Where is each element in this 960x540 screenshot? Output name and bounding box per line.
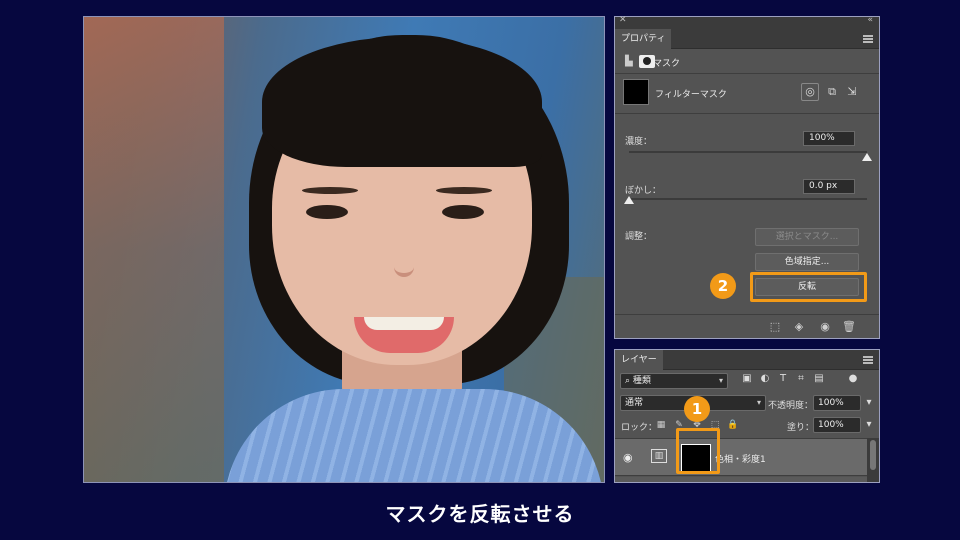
fill-value: 100% bbox=[818, 420, 844, 430]
vector-mask-icon[interactable]: ⧉ bbox=[823, 83, 841, 101]
opacity-value: 100% bbox=[818, 398, 844, 408]
callout-highlight-mask-thumbnail bbox=[676, 428, 720, 474]
type-filter-icon[interactable]: T bbox=[777, 373, 789, 385]
lock-transparent-icon[interactable]: ▦ bbox=[655, 419, 667, 431]
tab-properties[interactable]: プロパティ bbox=[615, 29, 672, 49]
layer-name[interactable]: 色相・彩度1 bbox=[715, 452, 766, 465]
layers-panel: レイヤー ⌕ 種類 ▾ ▣ ◐ T ⌗ ▤ ● 通常 ▾ 不透明度： 100% … bbox=[614, 349, 880, 483]
layer-row[interactable] bbox=[615, 477, 867, 482]
feather-input[interactable]: 0.0 px bbox=[803, 179, 855, 194]
callout-highlight-invert bbox=[750, 272, 867, 302]
apply-mask-icon[interactable]: ⇲ bbox=[843, 83, 861, 101]
load-selection-icon[interactable]: ◎ bbox=[801, 83, 819, 101]
fill-label: 塗り： bbox=[787, 423, 815, 433]
select-and-mask-button[interactable]: 選択とマスク... bbox=[755, 228, 859, 246]
adjustment-layer-icon: ▥ bbox=[651, 449, 667, 463]
panel-menu-icon[interactable] bbox=[863, 35, 873, 43]
caption: マスクを反転させる bbox=[385, 502, 575, 526]
blend-mode-value: 通常 bbox=[625, 398, 644, 408]
filter-toggle-icon[interactable]: ● bbox=[847, 373, 859, 385]
feather-slider[interactable] bbox=[624, 196, 867, 204]
tab-layers[interactable]: レイヤー bbox=[615, 350, 663, 370]
delete-icon[interactable]: 🗑 bbox=[842, 320, 856, 334]
chevron-down-icon: ▾ bbox=[718, 376, 723, 385]
adjust-label: 調整： bbox=[625, 232, 653, 242]
density-label: 濃度： bbox=[625, 137, 653, 147]
callout-badge-2: 2 bbox=[710, 273, 736, 299]
pixel-mask-icon[interactable]: ▙ bbox=[625, 56, 635, 67]
close-icon[interactable]: ✕ bbox=[619, 15, 627, 25]
callout-badge-1: 1 bbox=[684, 396, 710, 422]
color-range-button[interactable]: 色域指定... bbox=[755, 253, 859, 271]
mask-header: ▙ マスク bbox=[623, 53, 871, 73]
filter-kind-value: 種類 bbox=[632, 376, 651, 386]
mask-title: マスク bbox=[653, 59, 681, 69]
apply-mask-footer-icon[interactable]: ◈ bbox=[792, 320, 806, 334]
panel-menu-icon[interactable] bbox=[863, 356, 873, 364]
opacity-input[interactable]: 100% bbox=[813, 395, 861, 411]
feather-label: ぼかし： bbox=[625, 186, 662, 196]
chevron-down-icon: ▾ bbox=[756, 398, 761, 407]
opacity-chevron-icon[interactable]: ▾ bbox=[863, 397, 875, 409]
layer-filter-select[interactable]: ⌕ 種類 ▾ bbox=[620, 373, 728, 389]
feather-slider-handle[interactable] bbox=[624, 196, 634, 204]
search-icon: ⌕ bbox=[625, 376, 633, 386]
shape-filter-icon[interactable]: ⌗ bbox=[795, 373, 807, 385]
lock-label: ロック： bbox=[621, 423, 658, 433]
mask-thumbnail bbox=[623, 79, 649, 105]
collapse-icon[interactable]: « bbox=[867, 15, 873, 25]
layers-scrollbar[interactable] bbox=[867, 438, 879, 482]
fill-chevron-icon[interactable]: ▾ bbox=[863, 419, 875, 431]
layer-row[interactable]: ◉ ▥ 色相・彩度1 bbox=[615, 438, 867, 476]
fill-input[interactable]: 100% bbox=[813, 417, 861, 433]
opacity-label: 不透明度： bbox=[768, 401, 814, 411]
filter-mask-label: フィルターマスク bbox=[655, 90, 727, 100]
eye-icon[interactable]: ◉ bbox=[818, 320, 832, 334]
adjustment-filter-icon[interactable]: ◐ bbox=[759, 373, 771, 385]
load-selection-footer-icon[interactable]: ⬚ bbox=[768, 320, 782, 334]
eye-icon[interactable]: ◉ bbox=[623, 451, 633, 464]
portrait-photo bbox=[83, 16, 605, 483]
image-filter-icon[interactable]: ▣ bbox=[741, 373, 753, 385]
density-slider[interactable] bbox=[629, 151, 872, 161]
density-input[interactable]: 100% bbox=[803, 131, 855, 146]
lock-icon[interactable]: 🔒 bbox=[727, 419, 739, 431]
density-slider-handle[interactable] bbox=[862, 153, 872, 161]
smart-object-filter-icon[interactable]: ▤ bbox=[813, 373, 825, 385]
